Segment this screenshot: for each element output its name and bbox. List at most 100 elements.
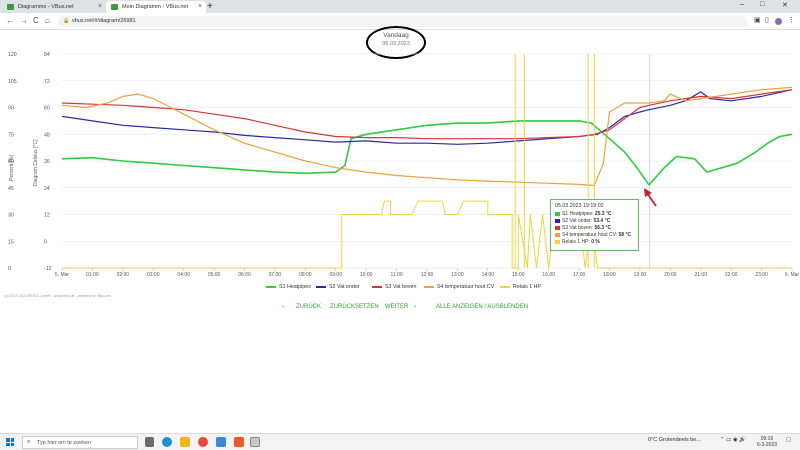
axis-celsius-tick: 36 bbox=[44, 159, 50, 165]
mail-icon[interactable] bbox=[216, 437, 226, 447]
tooltip-swatch bbox=[555, 218, 560, 223]
x-tick-label: 05:00 bbox=[208, 272, 221, 278]
x-tick-label: 6. Mar bbox=[785, 272, 800, 278]
tooltip-row: S1 Heatpipes: 25.3 °C bbox=[555, 211, 634, 218]
series-line-relais-1-hp bbox=[62, 200, 792, 269]
notifications-icon[interactable]: ▢ bbox=[786, 437, 791, 443]
tooltip-value: 0 % bbox=[591, 239, 600, 245]
legend-swatch bbox=[424, 285, 434, 288]
legend-label: S4 temperatuur hout CV bbox=[437, 284, 495, 290]
axis-percent-label: Percent [%] bbox=[9, 155, 15, 181]
tooltip-value: 25.3 °C bbox=[594, 211, 612, 217]
axis-celsius-tick: -12 bbox=[44, 266, 52, 272]
tooltip-label: Relais 1 HP: bbox=[562, 239, 592, 245]
tooltip-value: 58 °C bbox=[618, 232, 632, 238]
axis-percent-tick: 120 bbox=[8, 52, 17, 58]
series-line-s2-vat-onder bbox=[61, 89, 793, 145]
legend-item[interactable]: S3 Vat boven bbox=[372, 284, 416, 290]
tooltip-swatch bbox=[555, 232, 560, 237]
tooltip-value: 53.4 °C bbox=[593, 218, 611, 224]
legend-item[interactable]: Relais 1 HP bbox=[500, 284, 541, 290]
edge-browser-icon[interactable] bbox=[162, 437, 172, 447]
tooltip-label: S4 temperatuur hout CV: bbox=[562, 232, 619, 238]
x-tick-label: 12:00 bbox=[421, 272, 434, 278]
series-line-s3-vat-boven bbox=[61, 89, 793, 140]
snipping-tool-icon[interactable] bbox=[250, 437, 260, 447]
x-tick-label: 13:00 bbox=[451, 272, 464, 278]
chart-tooltip: 05.03.2023 19:19:02 S1 Heatpipes: 25.3 °… bbox=[550, 199, 639, 251]
tooltip-value: 56.3 °C bbox=[594, 225, 612, 231]
x-tick-label: 21:00 bbox=[694, 272, 707, 278]
legend-item[interactable]: S4 temperatuur hout CV bbox=[424, 284, 494, 290]
axis-percent-tick: 105 bbox=[8, 79, 17, 85]
tooltip-row: S3 Vat boven: 56.3 °C bbox=[555, 225, 634, 232]
tooltip-row: S4 temperatuur hout CV: 58 °C bbox=[555, 232, 634, 239]
axis-celsius-tick: 84 bbox=[44, 52, 50, 58]
clock-date: 6-3-2023 bbox=[756, 442, 777, 448]
x-tick-label: 06:00 bbox=[238, 272, 251, 278]
tooltip-swatch bbox=[555, 211, 560, 216]
chrome-icon[interactable] bbox=[198, 437, 208, 447]
next-arrow-icon[interactable]: › bbox=[414, 304, 416, 310]
file-explorer-icon[interactable] bbox=[180, 437, 190, 447]
x-tick-label: 07:00 bbox=[269, 272, 282, 278]
back-link[interactable]: ZURÜCK bbox=[296, 304, 321, 310]
search-icon: ⌕ bbox=[27, 439, 31, 445]
axis-percent-tick: 75 bbox=[8, 132, 14, 138]
axis-percent-tick: 15 bbox=[8, 239, 14, 245]
legend-label: S3 Vat boven bbox=[385, 284, 417, 290]
series-line-s1-heatpipes bbox=[61, 120, 793, 186]
x-tick-label: 04:00 bbox=[177, 272, 190, 278]
tooltip-label: S2 Vat onder: bbox=[562, 218, 594, 224]
axis-celsius-tick: 60 bbox=[44, 106, 50, 112]
x-tick-label: 18:00 bbox=[603, 272, 616, 278]
tooltip-swatch bbox=[555, 239, 560, 244]
legend-item[interactable]: S1 Heatpipes bbox=[266, 284, 311, 290]
copyright-text: (c) 2019-2023 RESOL GmbH - www.resol.de … bbox=[5, 294, 111, 298]
legend-label: S2 Vat onder bbox=[329, 284, 360, 290]
axis-celsius-label: Diagram Celsius [°C] bbox=[33, 139, 39, 186]
search-placeholder: Typ hier om te zoeken bbox=[37, 440, 92, 446]
x-tick-label: 14:00 bbox=[482, 272, 495, 278]
tooltip-row: Relais 1 HP: 0 % bbox=[555, 239, 634, 246]
task-view-icon[interactable] bbox=[145, 437, 154, 447]
x-tick-label: 22:00 bbox=[725, 272, 738, 278]
axis-percent-tick: 45 bbox=[8, 186, 14, 192]
reset-link[interactable]: ZURÜCKSETZEN bbox=[330, 304, 379, 310]
windows-start-icon[interactable] bbox=[6, 438, 14, 446]
office-icon[interactable] bbox=[234, 437, 244, 447]
tooltip-label: S1 Heatpipes: bbox=[562, 211, 595, 217]
x-tick-label: 11:00 bbox=[391, 272, 403, 278]
legend-label: S1 Heatpipes bbox=[279, 284, 311, 290]
tooltip-label: S3 Vat boven: bbox=[562, 225, 595, 231]
x-tick-label: 17:00 bbox=[573, 272, 586, 278]
system-tray-icons[interactable]: ⌃ ▭ ◉ 🔊 bbox=[720, 437, 746, 443]
tooltip-title: 05.03.2023 19:19:02 bbox=[555, 203, 604, 209]
axis-percent-tick: 90 bbox=[8, 106, 14, 112]
axis-celsius-tick: 0 bbox=[44, 239, 47, 245]
x-tick-label: 01:00 bbox=[86, 272, 99, 278]
legend-swatch bbox=[372, 285, 382, 288]
x-tick-label: 08:00 bbox=[299, 272, 312, 278]
x-tick-label: 20:00 bbox=[664, 272, 677, 278]
x-tick-label: 09:00 bbox=[329, 272, 342, 278]
taskbar-clock[interactable]: 09:16 6-3-2023 bbox=[756, 436, 778, 448]
axis-celsius-tick: 72 bbox=[44, 79, 50, 85]
legend-item[interactable]: S2 Vat onder bbox=[316, 284, 360, 290]
x-tick-label: 10:00 bbox=[360, 272, 373, 278]
toggle-all-link[interactable]: ALLE ANZEIGEN / AUSBLENDEN bbox=[436, 304, 528, 310]
x-tick-label: 15:00 bbox=[512, 272, 525, 278]
axis-percent-tick: 0 bbox=[8, 266, 11, 272]
legend-swatch bbox=[500, 285, 510, 288]
weather-widget[interactable]: 0°C Grotendeels be... bbox=[648, 437, 701, 443]
windows-taskbar: ⌕ Typ hier om te zoeken 0°C Grotendeels … bbox=[0, 433, 800, 450]
temperature-chart[interactable]: 120 84105 7290 6075 4860 3645 2430 1215 00 -12Per… bbox=[0, 0, 800, 450]
prev-arrow-icon[interactable]: ‹ bbox=[282, 304, 284, 310]
x-tick-label: 19:00 bbox=[634, 272, 647, 278]
taskbar-search-input[interactable]: ⌕ Typ hier om te zoeken bbox=[22, 436, 138, 449]
x-tick-label: 5. Mar bbox=[55, 272, 70, 278]
x-tick-label: 02:00 bbox=[117, 272, 130, 278]
tooltip-swatch bbox=[555, 225, 560, 230]
next-link[interactable]: WEITER bbox=[385, 304, 408, 310]
legend-label: Relais 1 HP bbox=[513, 284, 541, 290]
